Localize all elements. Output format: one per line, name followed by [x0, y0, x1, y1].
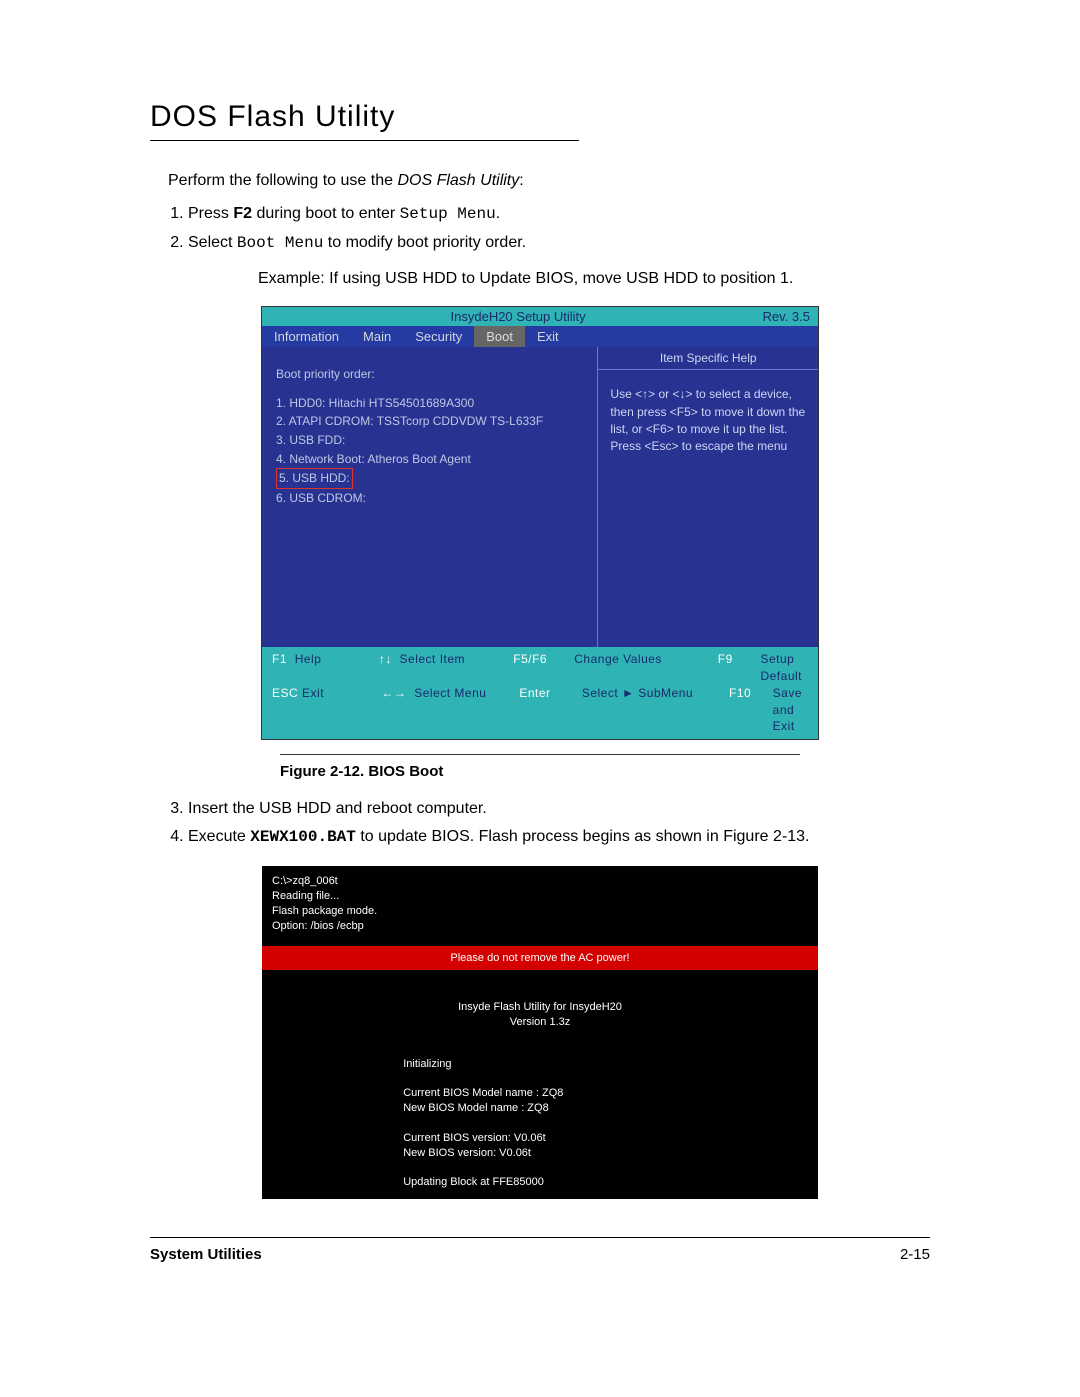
- footer-right: 2-15: [900, 1246, 930, 1263]
- page-footer: System Utilities 2-15: [150, 1237, 930, 1263]
- flash-line-3: Flash package mode.: [272, 904, 808, 919]
- bios-screenshot: InsydeH20 Setup Utility Rev. 3.5 Informa…: [261, 306, 819, 740]
- boot-item-4[interactable]: 4. Network Boot: Atheros Boot Agent: [276, 450, 583, 469]
- step1-e: .: [496, 205, 500, 222]
- step4-c: to update BIOS. Flash process begins as …: [356, 828, 810, 845]
- steps-list-2: Insert the USB HDD and reboot computer. …: [168, 796, 930, 850]
- example-text: Example: If using USB HDD to Update BIOS…: [258, 270, 930, 288]
- label-change-values: Change Values: [574, 652, 662, 666]
- step2-a: Select: [188, 234, 237, 251]
- intro-italic: DOS Flash Utility: [397, 172, 519, 189]
- flash-cur-ver: Current BIOS version: V0.06t: [403, 1131, 737, 1146]
- page-title: DOS Flash Utility: [150, 100, 930, 134]
- boot-item-3[interactable]: 3. USB FDD:: [276, 431, 583, 450]
- step4-b: XEWX100.BAT: [250, 828, 356, 846]
- boot-priority-label: Boot priority order:: [276, 365, 583, 384]
- key-esc: ESC: [272, 686, 298, 700]
- key-f10: F10: [729, 686, 751, 700]
- boot-item-5-highlighted[interactable]: 5. USB HDD:: [276, 468, 353, 489]
- step1-a: Press: [188, 205, 233, 222]
- footer-left: System Utilities: [150, 1246, 262, 1263]
- label-setup-default: Setup Default: [760, 652, 802, 683]
- step4-a: Execute: [188, 828, 250, 845]
- flash-line-1: C:\>zq8_006t: [272, 874, 808, 889]
- step-4: Execute XEWX100.BAT to update BIOS. Flas…: [188, 824, 930, 851]
- flash-title-2: Version 1.3z: [262, 1015, 818, 1030]
- step1-c: during boot to enter: [252, 205, 400, 222]
- bios-right-panel: Item Specific Help Use <↑> or <↓> to sel…: [598, 347, 818, 647]
- tab-information[interactable]: Information: [262, 326, 351, 347]
- flash-details: Initializing Current BIOS Model name : Z…: [343, 1057, 737, 1191]
- intro-text: Perform the following to use the DOS Fla…: [168, 169, 930, 193]
- flash-init: Initializing: [403, 1057, 737, 1072]
- flash-line-4: Option: /bios /ecbp: [272, 919, 808, 934]
- intro-suffix: :: [519, 172, 523, 189]
- label-help: Help: [295, 652, 322, 666]
- key-f9: F9: [718, 652, 733, 666]
- flash-new-ver: New BIOS version: V0.06t: [403, 1146, 737, 1161]
- figure-caption: Figure 2-12. BIOS Boot: [280, 763, 800, 780]
- label-select-item: Select Item: [400, 652, 466, 666]
- title-rule: [150, 140, 579, 141]
- key-arrows-v: ↑↓: [379, 652, 392, 666]
- figure-rule: [280, 754, 800, 755]
- flash-cur-model: Current BIOS Model name : ZQ8: [403, 1086, 737, 1101]
- label-select-menu: Select Menu: [414, 686, 486, 700]
- step-2: Select Boot Menu to modify boot priority…: [188, 230, 930, 257]
- step2-c: to modify boot priority order.: [323, 234, 526, 251]
- boot-item-6[interactable]: 6. USB CDROM:: [276, 489, 583, 508]
- label-select-submenu: Select ► SubMenu: [582, 686, 693, 700]
- steps-list: Press F2 during boot to enter Setup Menu…: [168, 201, 930, 256]
- step1-b: F2: [233, 205, 252, 222]
- step-3: Insert the USB HDD and reboot computer.: [188, 796, 930, 822]
- intro-prefix: Perform the following to use the: [168, 172, 397, 189]
- key-enter: Enter: [519, 686, 550, 700]
- flash-updating: Updating Block at FFE85000: [403, 1175, 737, 1190]
- bios-title-bar: InsydeH20 Setup Utility Rev. 3.5: [262, 307, 818, 326]
- bios-left-panel: Boot priority order: 1. HDD0: Hitachi HT…: [262, 347, 598, 647]
- tab-exit[interactable]: Exit: [525, 326, 571, 347]
- label-save-exit: Save and Exit: [773, 686, 802, 734]
- bios-tabs: Information Main Security Boot Exit: [262, 326, 818, 347]
- bios-footer: F1 Help ↑↓ Select Item F5/F6 Change Valu…: [262, 647, 818, 739]
- boot-item-1[interactable]: 1. HDD0: Hitachi HTS54501689A300: [276, 394, 583, 413]
- tab-main[interactable]: Main: [351, 326, 403, 347]
- help-title: Item Specific Help: [598, 347, 818, 370]
- help-text: Use <↑> or <↓> to select a device, then …: [598, 370, 818, 472]
- label-exit: Exit: [302, 686, 324, 700]
- bios-rev: Rev. 3.5: [763, 309, 810, 324]
- flash-title: Insyde Flash Utility for InsydeH20 Versi…: [262, 1000, 818, 1031]
- key-f5f6: F5/F6: [513, 652, 547, 666]
- key-f1: F1: [272, 652, 287, 666]
- boot-item-2[interactable]: 2. ATAPI CDROM: TSSTcorp CDDVDW TS-L633F: [276, 412, 583, 431]
- flash-header: C:\>zq8_006t Reading file... Flash packa…: [262, 866, 818, 939]
- step1-d: Setup Menu: [400, 205, 496, 223]
- flash-title-1: Insyde Flash Utility for InsydeH20: [262, 1000, 818, 1015]
- key-arrows-h: ←→: [382, 686, 407, 700]
- flash-screenshot: C:\>zq8_006t Reading file... Flash packa…: [262, 866, 818, 1199]
- step-1: Press F2 during boot to enter Setup Menu…: [188, 201, 930, 228]
- flash-warning: Please do not remove the AC power!: [262, 946, 818, 970]
- tab-security[interactable]: Security: [403, 326, 474, 347]
- flash-new-model: New BIOS Model name : ZQ8: [403, 1101, 737, 1116]
- step2-b: Boot Menu: [237, 234, 323, 252]
- tab-boot[interactable]: Boot: [474, 326, 525, 347]
- flash-line-2: Reading file...: [272, 889, 808, 904]
- bios-title: InsydeH20 Setup Utility: [274, 309, 763, 324]
